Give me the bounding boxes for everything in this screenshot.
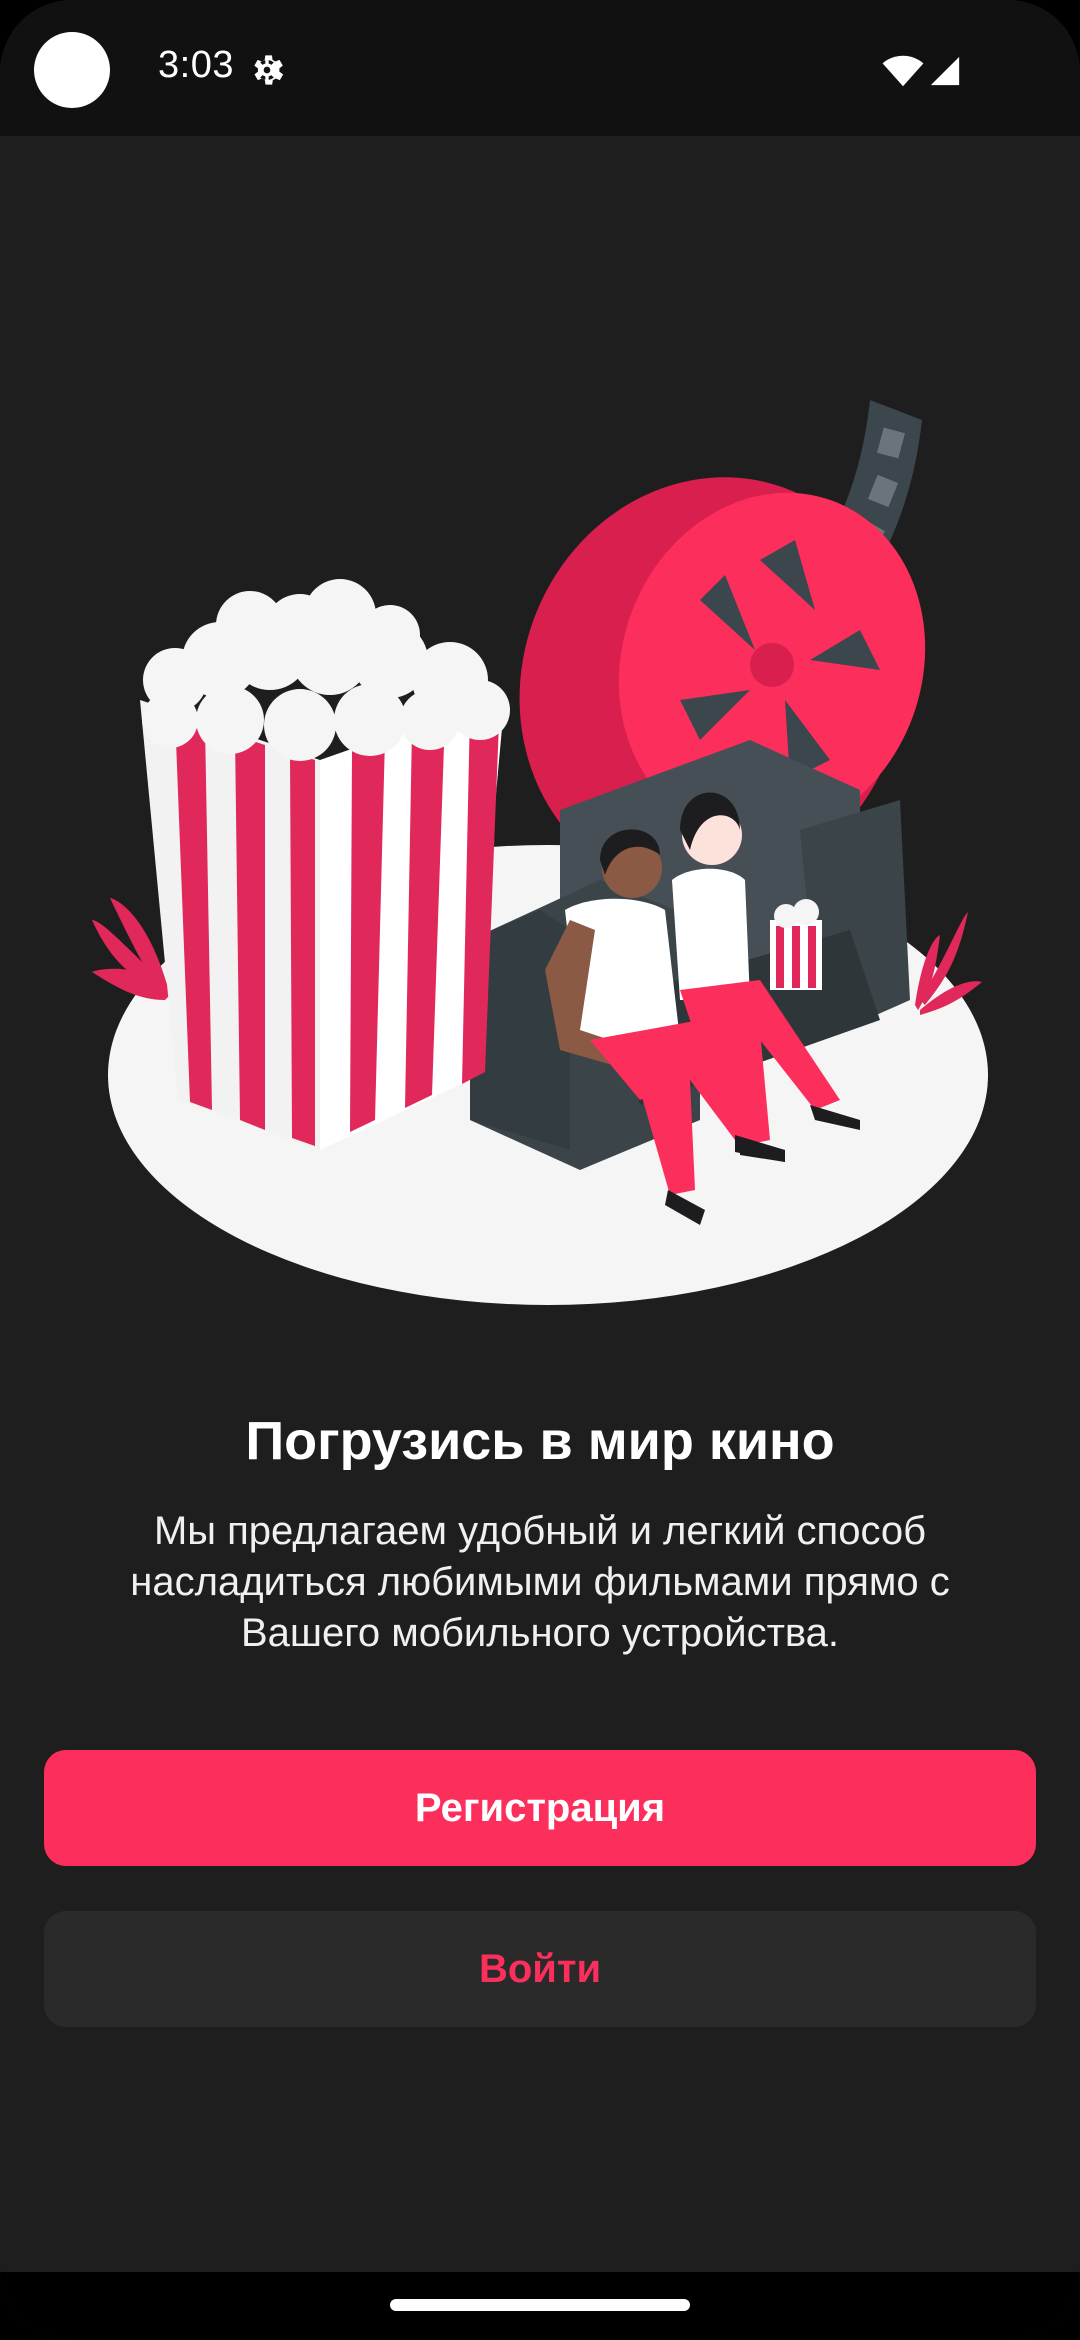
- wifi-icon: [882, 55, 924, 87]
- register-button[interactable]: Регистрация: [44, 1750, 1036, 1866]
- right-plant: [915, 912, 982, 1015]
- popcorn-bucket: [140, 579, 510, 1150]
- camera-cutout: [34, 32, 110, 108]
- login-button[interactable]: Войти: [44, 1911, 1036, 2027]
- settings-icon: [254, 55, 284, 85]
- status-time: 3:03: [158, 44, 234, 86]
- status-bar: 3:03: [0, 0, 1080, 136]
- left-plant: [92, 898, 170, 1000]
- cinema-illustration: [92, 400, 988, 1305]
- onboarding-title: Погрузись в мир кино: [245, 1411, 835, 1471]
- signal-icon: [930, 56, 960, 86]
- app-screen: 3:03 Погрузись в мир кино Мы предлагаем …: [0, 0, 1080, 2340]
- home-indicator[interactable]: [390, 2299, 690, 2311]
- onboarding-description: Мы предлагаем удобный и легкий способ на…: [130, 1509, 950, 1655]
